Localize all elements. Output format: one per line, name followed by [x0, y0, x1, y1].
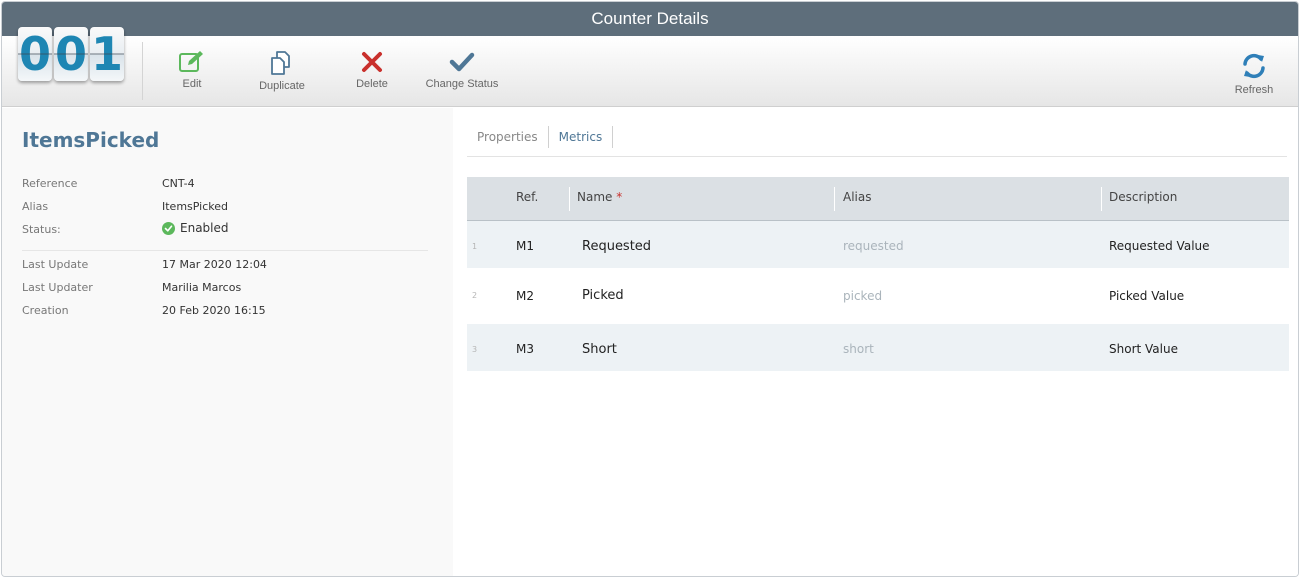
tab-properties[interactable]: Properties [467, 126, 549, 148]
toolbar: 0 0 1 Edit Duplicate Delete Change Statu… [2, 27, 1298, 107]
last-update-value: 17 Mar 2020 12:04 [162, 258, 267, 271]
creation-label: Creation [22, 304, 69, 317]
row-alias: short [843, 342, 874, 356]
change-status-button[interactable]: Change Status [422, 50, 502, 90]
table-row[interactable]: 1 M1 Requested requested Requested Value [467, 221, 1289, 268]
refresh-icon [1243, 53, 1265, 79]
edit-icon [179, 51, 203, 72]
row-ref: M2 [516, 289, 534, 303]
status-value: Enabled [162, 221, 229, 235]
row-alias: requested [843, 239, 904, 253]
details-panel: ItemsPicked Reference CNT-4 Alias ItemsP… [2, 108, 453, 576]
table-row[interactable]: 3 M3 Short short Short Value [467, 324, 1289, 371]
counter-digit: 1 [90, 27, 124, 81]
row-description: Picked Value [1109, 289, 1185, 303]
toolbar-divider [142, 42, 143, 100]
header-ref[interactable]: Ref. [516, 177, 538, 221]
change-status-label: Change Status [425, 78, 499, 90]
table-row[interactable]: 2 M2 Picked picked Picked Value [467, 268, 1289, 324]
row-ref: M1 [516, 239, 534, 253]
header-alias[interactable]: Alias [843, 177, 871, 221]
alias-label: Alias [22, 200, 49, 213]
refresh-label: Refresh [1234, 84, 1274, 96]
row-description: Requested Value [1109, 239, 1210, 253]
row-name: Short [582, 342, 617, 357]
delete-label: Delete [356, 78, 388, 90]
row-number: 1 [472, 242, 478, 251]
row-name: Requested [582, 239, 652, 254]
close-icon [362, 52, 382, 72]
alias-value: ItemsPicked [162, 200, 228, 213]
creation-value: 20 Feb 2020 16:15 [162, 304, 266, 317]
metrics-table: Ref. Name * Alias Description 1 M1 Reque… [467, 177, 1289, 371]
counter-display: 0 0 1 [18, 27, 124, 81]
required-marker: * [616, 190, 623, 204]
last-updater-label: Last Updater [22, 281, 93, 294]
header-description[interactable]: Description [1109, 177, 1177, 221]
checkmark-icon [449, 52, 475, 72]
header-name[interactable]: Name * [577, 177, 622, 221]
counter-name: ItemsPicked [22, 128, 160, 152]
row-description: Short Value [1109, 342, 1178, 356]
counter-details-window: Counter Details 0 0 1 Edit Duplicate Del… [1, 1, 1299, 577]
status-label: Status: [22, 223, 61, 236]
counter-digit: 0 [54, 27, 88, 81]
row-ref: M3 [516, 342, 534, 356]
counter-digit: 0 [18, 27, 52, 81]
status-text: Enabled [180, 221, 229, 235]
details-divider [22, 250, 428, 251]
duplicate-button[interactable]: Duplicate [254, 50, 310, 92]
row-alias: picked [843, 289, 883, 303]
duplicate-label: Duplicate [259, 80, 305, 92]
last-update-label: Last Update [22, 258, 89, 271]
edit-button[interactable]: Edit [170, 50, 214, 90]
reference-label: Reference [22, 177, 78, 190]
metrics-panel: Properties Metrics Ref. Name * Alias Des… [453, 108, 1298, 576]
tab-bar: Properties Metrics [467, 126, 1287, 157]
delete-button[interactable]: Delete [350, 50, 394, 90]
refresh-button[interactable]: Refresh [1232, 52, 1276, 96]
enabled-check-icon [162, 221, 175, 235]
reference-value: CNT-4 [162, 177, 195, 190]
duplicate-icon [271, 51, 290, 75]
row-number: 3 [472, 345, 478, 354]
table-header: Ref. Name * Alias Description [467, 177, 1289, 221]
row-name: Picked [582, 288, 624, 303]
row-number: 2 [472, 291, 478, 300]
tab-metrics[interactable]: Metrics [549, 126, 614, 148]
edit-label: Edit [182, 78, 202, 90]
window-title: Counter Details [2, 2, 1298, 36]
last-updater-value: Marilia Marcos [162, 281, 242, 294]
